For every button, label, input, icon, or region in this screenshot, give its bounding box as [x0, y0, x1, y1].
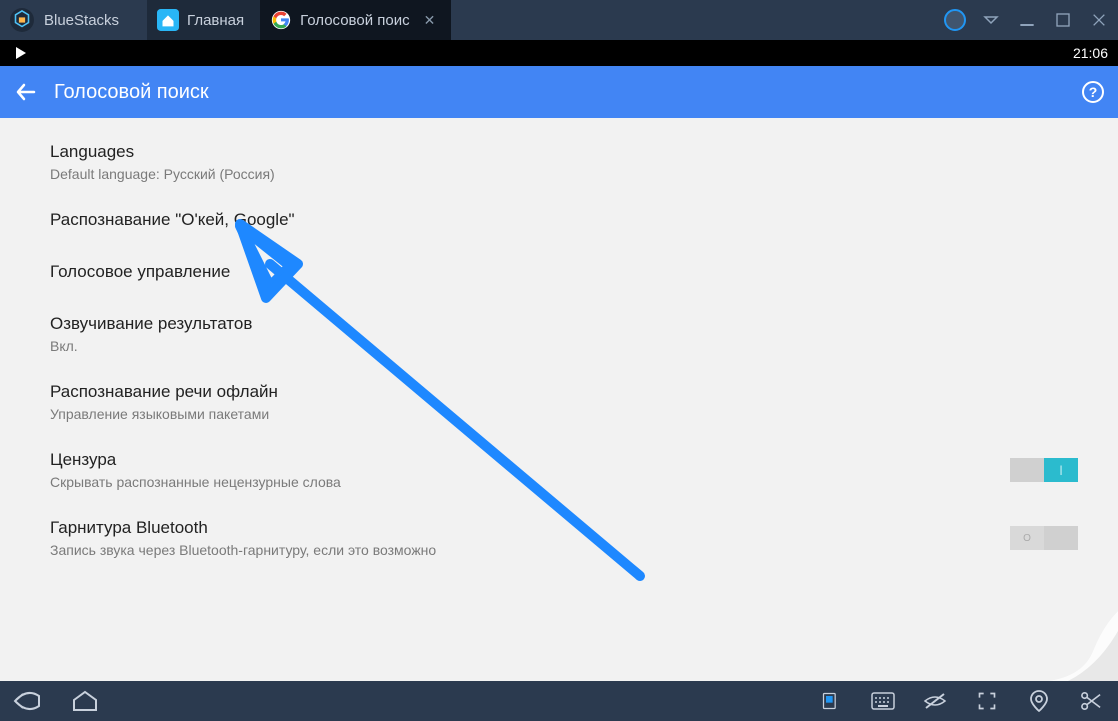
- bluestacks-appname: BlueStacks: [44, 12, 119, 29]
- setting-title: Распознавание речи офлайн: [50, 382, 1078, 402]
- maximize-icon[interactable]: [1052, 9, 1074, 31]
- setting-title: Languages: [50, 142, 1078, 162]
- account-avatar[interactable]: [944, 9, 966, 31]
- setting-sub: Запись звука через Bluetooth-гарнитуру, …: [50, 542, 1010, 558]
- google-icon: [270, 9, 292, 31]
- nav-home-icon[interactable]: [70, 688, 100, 714]
- help-icon[interactable]: ?: [1082, 81, 1104, 103]
- setting-sub: Управление языковыми пакетами: [50, 406, 1078, 422]
- tab-close-icon[interactable]: ✕: [424, 12, 436, 29]
- play-store-icon: [16, 47, 26, 59]
- android-nav-bar: [0, 681, 1118, 721]
- nav-location-icon[interactable]: [1024, 688, 1054, 714]
- dropdown-icon[interactable]: [980, 9, 1002, 31]
- nav-fullscreen-icon[interactable]: [972, 688, 1002, 714]
- tab-voice-label: Голосовой поис: [300, 12, 409, 29]
- setting-ok-google[interactable]: Распознавание "О'кей, Google": [50, 196, 1078, 248]
- toggle-bluetooth[interactable]: [1010, 526, 1078, 550]
- minimize-icon[interactable]: [1016, 9, 1038, 31]
- app-header: Голосовой поиск ?: [0, 66, 1118, 118]
- setting-title: Голосовое управление: [50, 262, 1078, 282]
- setting-voice-control[interactable]: Голосовое управление: [50, 248, 1078, 300]
- tab-home-label: Главная: [187, 12, 244, 29]
- toggle-censorship[interactable]: [1010, 458, 1078, 482]
- android-status-bar: 21:06: [0, 40, 1118, 66]
- tab-voice-search[interactable]: Голосовой поис ✕: [260, 0, 451, 40]
- bluestacks-logo: [8, 6, 36, 34]
- setting-title: Озвучивание результатов: [50, 314, 1078, 334]
- setting-speak-results[interactable]: Озвучивание результатов Вкл.: [50, 300, 1078, 368]
- setting-sub: Скрывать распознанные нецензурные слова: [50, 474, 1010, 490]
- home-app-icon: [157, 9, 179, 31]
- setting-title: Распознавание "О'кей, Google": [50, 210, 1078, 230]
- tab-home[interactable]: Главная: [147, 0, 260, 40]
- nav-keyboard-icon[interactable]: [868, 688, 898, 714]
- status-time: 21:06: [1073, 45, 1108, 61]
- settings-content: Languages Default language: Русский (Рос…: [0, 118, 1118, 681]
- nav-back-icon[interactable]: [12, 688, 42, 714]
- setting-sub: Default language: Русский (Россия): [50, 166, 1078, 182]
- nav-scissors-icon[interactable]: [1076, 688, 1106, 714]
- page-title: Голосовой поиск: [54, 81, 1082, 104]
- nav-rotate-icon[interactable]: [816, 688, 846, 714]
- nav-hide-icon[interactable]: [920, 688, 950, 714]
- setting-bluetooth-headset[interactable]: Гарнитура Bluetooth Запись звука через B…: [50, 504, 1078, 572]
- setting-title: Цензура: [50, 450, 1010, 470]
- back-arrow-icon[interactable]: [14, 80, 38, 104]
- bluestacks-titlebar: BlueStacks Главная Голосовой поис ✕: [0, 0, 1118, 40]
- setting-languages[interactable]: Languages Default language: Русский (Рос…: [50, 128, 1078, 196]
- setting-title: Гарнитура Bluetooth: [50, 518, 1010, 538]
- close-window-icon[interactable]: [1088, 9, 1110, 31]
- setting-offline-recognition[interactable]: Распознавание речи офлайн Управление язы…: [50, 368, 1078, 436]
- setting-sub: Вкл.: [50, 338, 1078, 354]
- setting-censorship[interactable]: Цензура Скрывать распознанные нецензурны…: [50, 436, 1078, 504]
